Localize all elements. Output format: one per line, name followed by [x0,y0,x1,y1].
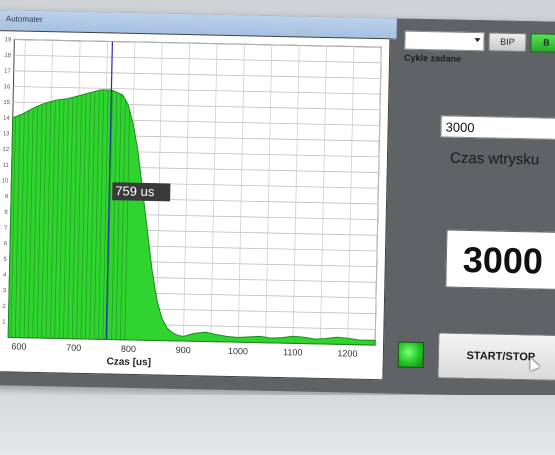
chevron-down-icon [474,38,481,43]
y-tick-label: 9 [5,194,9,200]
y-tick-label: 3 [3,288,7,294]
y-tick-label: 10 [2,178,9,184]
y-tick-label: 11 [2,163,9,169]
y-tick-label: 1 [2,320,6,326]
y-tick-label: 18 [4,53,11,59]
y-tick-label: 4 [3,273,7,279]
y-tick-label: 12 [2,147,9,153]
cycles-label: Cykle zadane [403,52,462,64]
chart-svg: 759 us12345678910111213141516171819600 70… [2,37,382,368]
injection-chart: 759 us 1 2 3 4 5 6 7 8 9 10 11 12 13 14 15 16 17 18 19 600 70… [0,29,391,381]
bip-button[interactable]: BIP [488,32,527,53]
injection-time-display: 3000 [445,229,555,291]
x-tick-label: 1200 [337,348,357,358]
y-tick-label: 14 [3,116,10,122]
y-tick-label: 8 [4,210,8,216]
app-window: Automater 759 us 1 2 3 4 5 6 7 8 9 10 11 12 13 14 15 16 1… [0,10,555,397]
desk-background [0,395,555,455]
x-tick-label: 700 [66,343,81,353]
y-tick-label: 5 [3,257,7,263]
y-tick-label: 15 [3,100,10,106]
status-led [397,341,425,369]
y-tick-label: 13 [3,131,10,137]
x-tick-label: 1100 [283,347,303,357]
injection-time-label: Czas wtrysku [449,149,540,169]
cycles-dropdown[interactable] [404,30,485,52]
y-tick-label: 19 [5,37,12,43]
y-tick-label: 6 [4,241,8,247]
control-panel: BIP B Cykle zadane 3000 Czas wtrysku 300… [389,18,555,397]
x-tick-label: 1000 [228,346,248,356]
start-stop-button[interactable]: START/STOP [437,332,555,382]
x-tick-label: 900 [176,345,191,355]
y-tick-label: 7 [4,225,8,231]
green-button[interactable]: B [530,33,555,53]
y-tick-label: 16 [4,84,11,90]
x-tick-label: 600 [11,341,26,351]
window-title: Automater [5,14,43,25]
cursor-label: 759 us [115,183,155,199]
y-tick-label: 17 [4,69,11,75]
injection-time-input[interactable]: 3000 [440,115,555,140]
y-tick-label: 2 [2,304,6,310]
x-axis-label: Czas [us] [106,356,151,368]
x-tick-label: 800 [121,344,136,354]
